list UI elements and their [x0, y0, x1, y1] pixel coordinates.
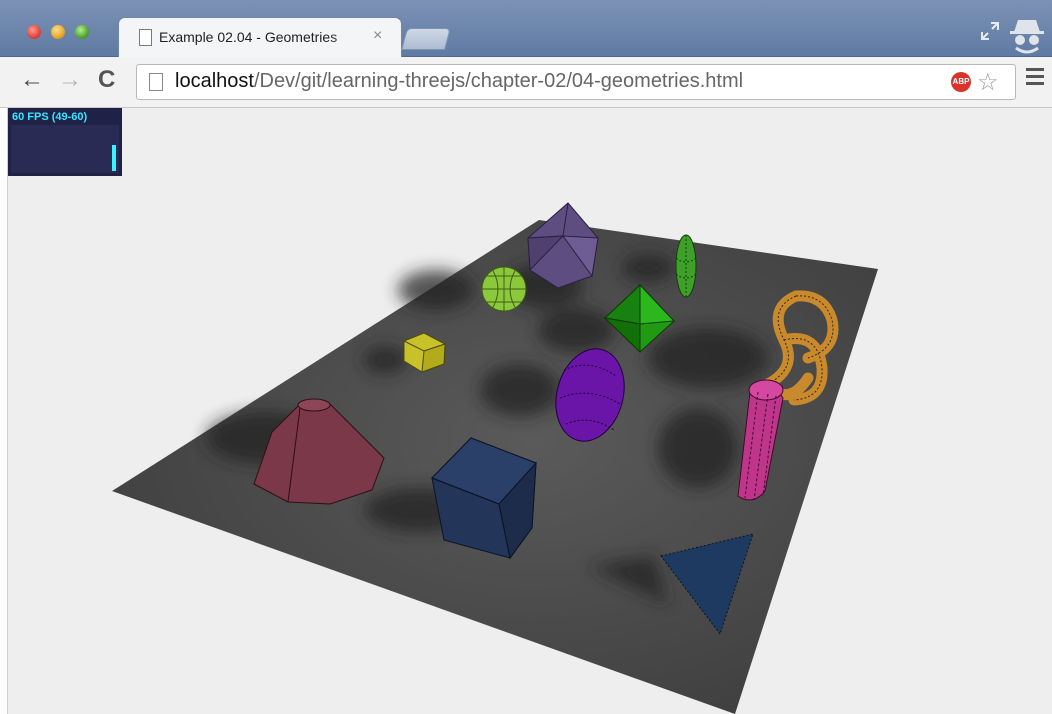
tab-close-icon[interactable]: × — [373, 27, 382, 45]
reload-button[interactable]: C — [98, 65, 115, 95]
sphere — [481, 266, 527, 312]
url-text[interactable]: localhost/Dev/git/learning-threejs/chapt… — [175, 70, 743, 93]
incognito-icon — [1010, 20, 1044, 54]
fps-graph — [11, 125, 119, 173]
bookmark-star-icon[interactable]: ☆ — [977, 68, 999, 97]
url-host: localhost — [175, 70, 254, 92]
close-window-button[interactable] — [27, 25, 41, 39]
browser-titlebar: Example 02.04 - Geometries × — [0, 0, 1052, 58]
fullscreen-icon[interactable] — [980, 21, 1000, 41]
minimize-window-button[interactable] — [51, 25, 65, 39]
fps-label: 60 FPS (49-60) — [12, 111, 88, 123]
browser-toolbar: ← → C localhost/Dev/git/learning-threejs… — [0, 57, 1052, 108]
back-button[interactable]: ← — [20, 65, 44, 95]
scene-canvas[interactable] — [8, 108, 1052, 714]
zoom-window-button[interactable] — [75, 25, 89, 39]
menu-icon[interactable] — [1026, 68, 1044, 89]
browser-tab[interactable]: Example 02.04 - Geometries × — [118, 17, 402, 58]
fps-stats-panel[interactable]: 60 FPS (49-60) — [8, 108, 122, 176]
fps-graph-bar — [112, 145, 116, 171]
address-bar[interactable]: localhost/Dev/git/learning-threejs/chapt… — [136, 64, 1016, 100]
page-icon — [139, 29, 152, 46]
icosahedron — [527, 202, 599, 289]
webgl-viewport[interactable]: 60 FPS (49-60) — [7, 108, 1052, 714]
forward-button[interactable]: → — [58, 65, 82, 95]
tab-title: Example 02.04 - Geometries — [159, 29, 369, 45]
new-tab-button[interactable] — [401, 28, 451, 50]
adblock-icon[interactable]: ABP — [951, 72, 971, 92]
thin-ellipsoid — [675, 234, 697, 298]
page-info-icon[interactable] — [149, 73, 163, 91]
url-path: /Dev/git/learning-threejs/chapter-02/04-… — [253, 70, 744, 92]
